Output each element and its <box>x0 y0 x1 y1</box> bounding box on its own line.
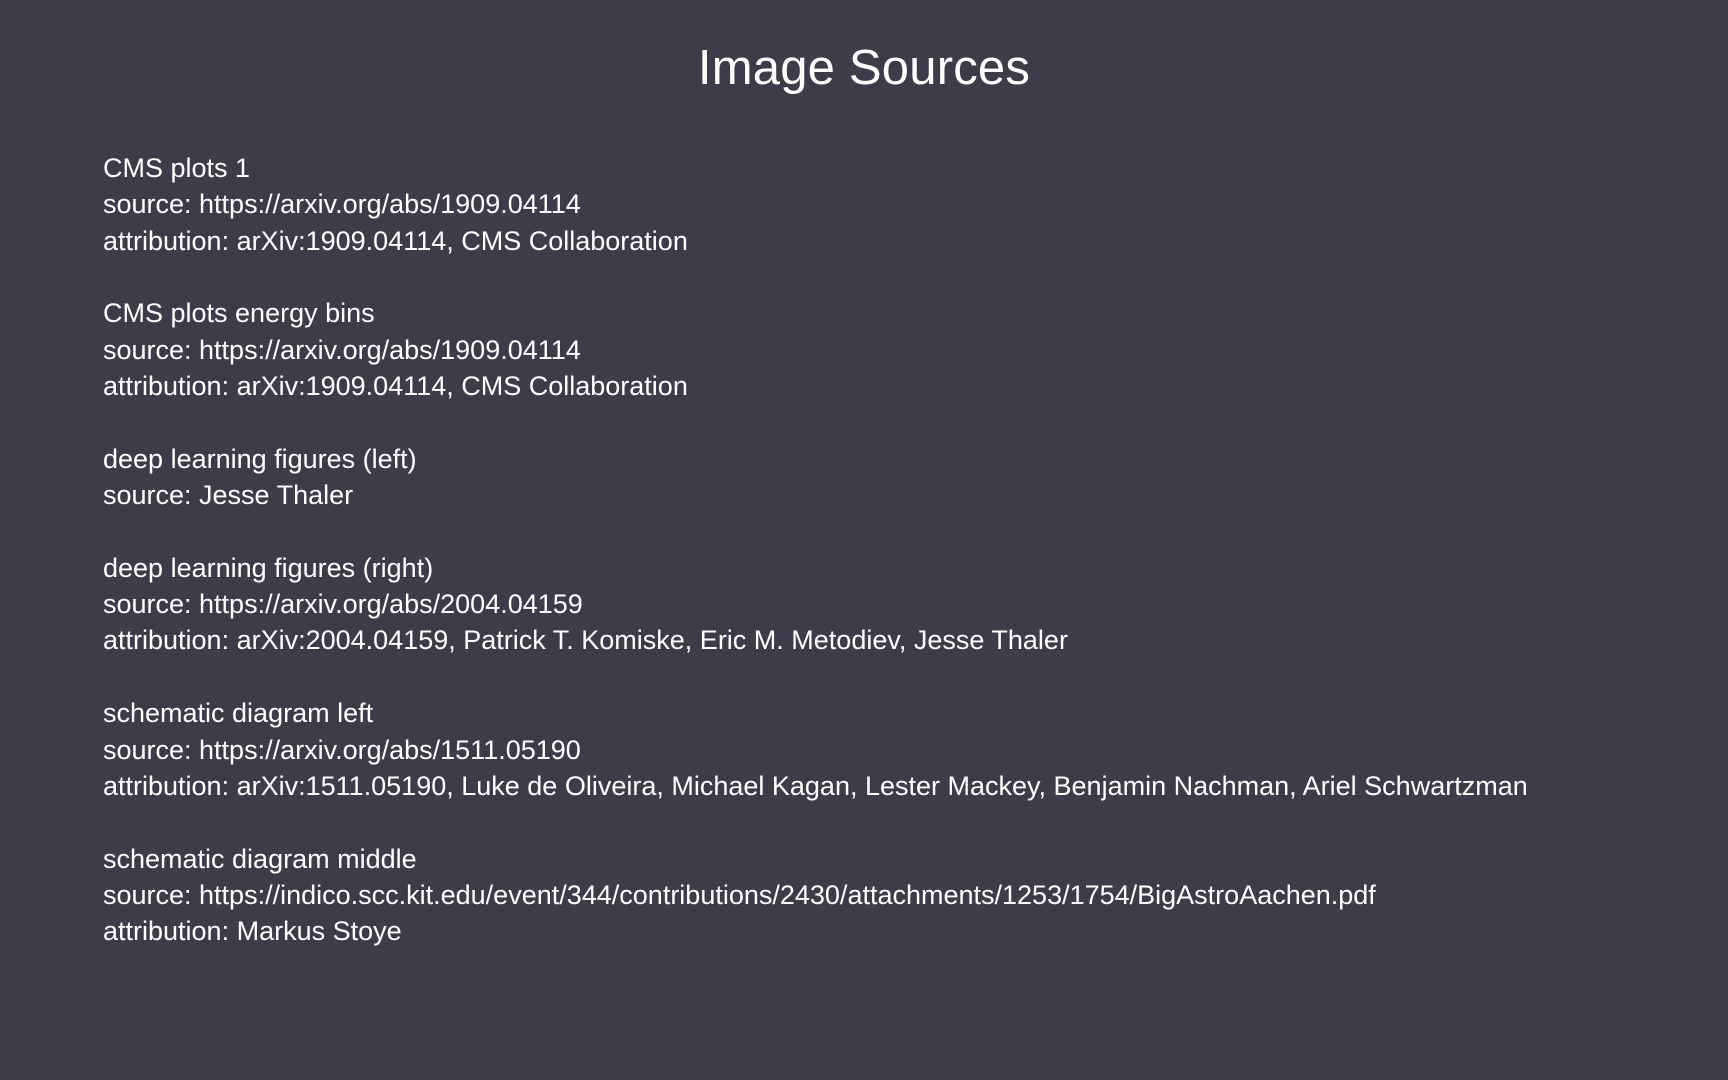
source-entry: CMS plots energy bins source: https://ar… <box>103 295 1663 404</box>
entry-attribution: attribution: arXiv:1909.04114, CMS Colla… <box>103 370 688 401</box>
source-entry: CMS plots 1 source: https://arxiv.org/ab… <box>103 150 1663 259</box>
entry-name: CMS plots energy bins <box>103 298 375 329</box>
entry-name: deep learning figures (right) <box>103 552 434 583</box>
entry-name: CMS plots 1 <box>103 153 251 183</box>
entry-source: source: https://arxiv.org/abs/1511.05190 <box>103 734 581 765</box>
entry-source: source: https://arxiv.org/abs/1909.04114 <box>103 334 581 365</box>
source-entry: deep learning figures (right) source: ht… <box>103 550 1663 659</box>
entry-source: source: Jesse Thaler <box>103 480 354 511</box>
entry-source: source: https://indico.scc.kit.edu/event… <box>103 879 1376 910</box>
entry-attribution: attribution: Markus Stoye <box>103 916 402 947</box>
entry-source: source: https://arxiv.org/abs/1909.04114 <box>103 189 581 220</box>
entry-attribution: attribution: arXiv:1909.04114, CMS Colla… <box>103 225 688 256</box>
slide-title: Image Sources <box>697 41 1031 95</box>
entry-name: deep learning figures (left) <box>103 443 417 474</box>
source-entry: deep learning figures (left) source: Jes… <box>103 441 1663 514</box>
source-entry: schematic diagram left source: https://a… <box>103 695 1663 804</box>
entry-name: schematic diagram middle <box>103 843 417 874</box>
source-entry: schematic diagram middle source: https:/… <box>103 841 1663 950</box>
entry-name: schematic diagram left <box>103 698 374 729</box>
image-sources-list: CMS plots 1 source: https://arxiv.org/ab… <box>103 150 1663 986</box>
entry-source: source: https://arxiv.org/abs/2004.04159 <box>103 589 583 620</box>
entry-attribution: attribution: arXiv:2004.04159, Patrick T… <box>103 625 1068 656</box>
entry-attribution: attribution: arXiv:1511.05190, Luke de O… <box>103 770 1528 801</box>
